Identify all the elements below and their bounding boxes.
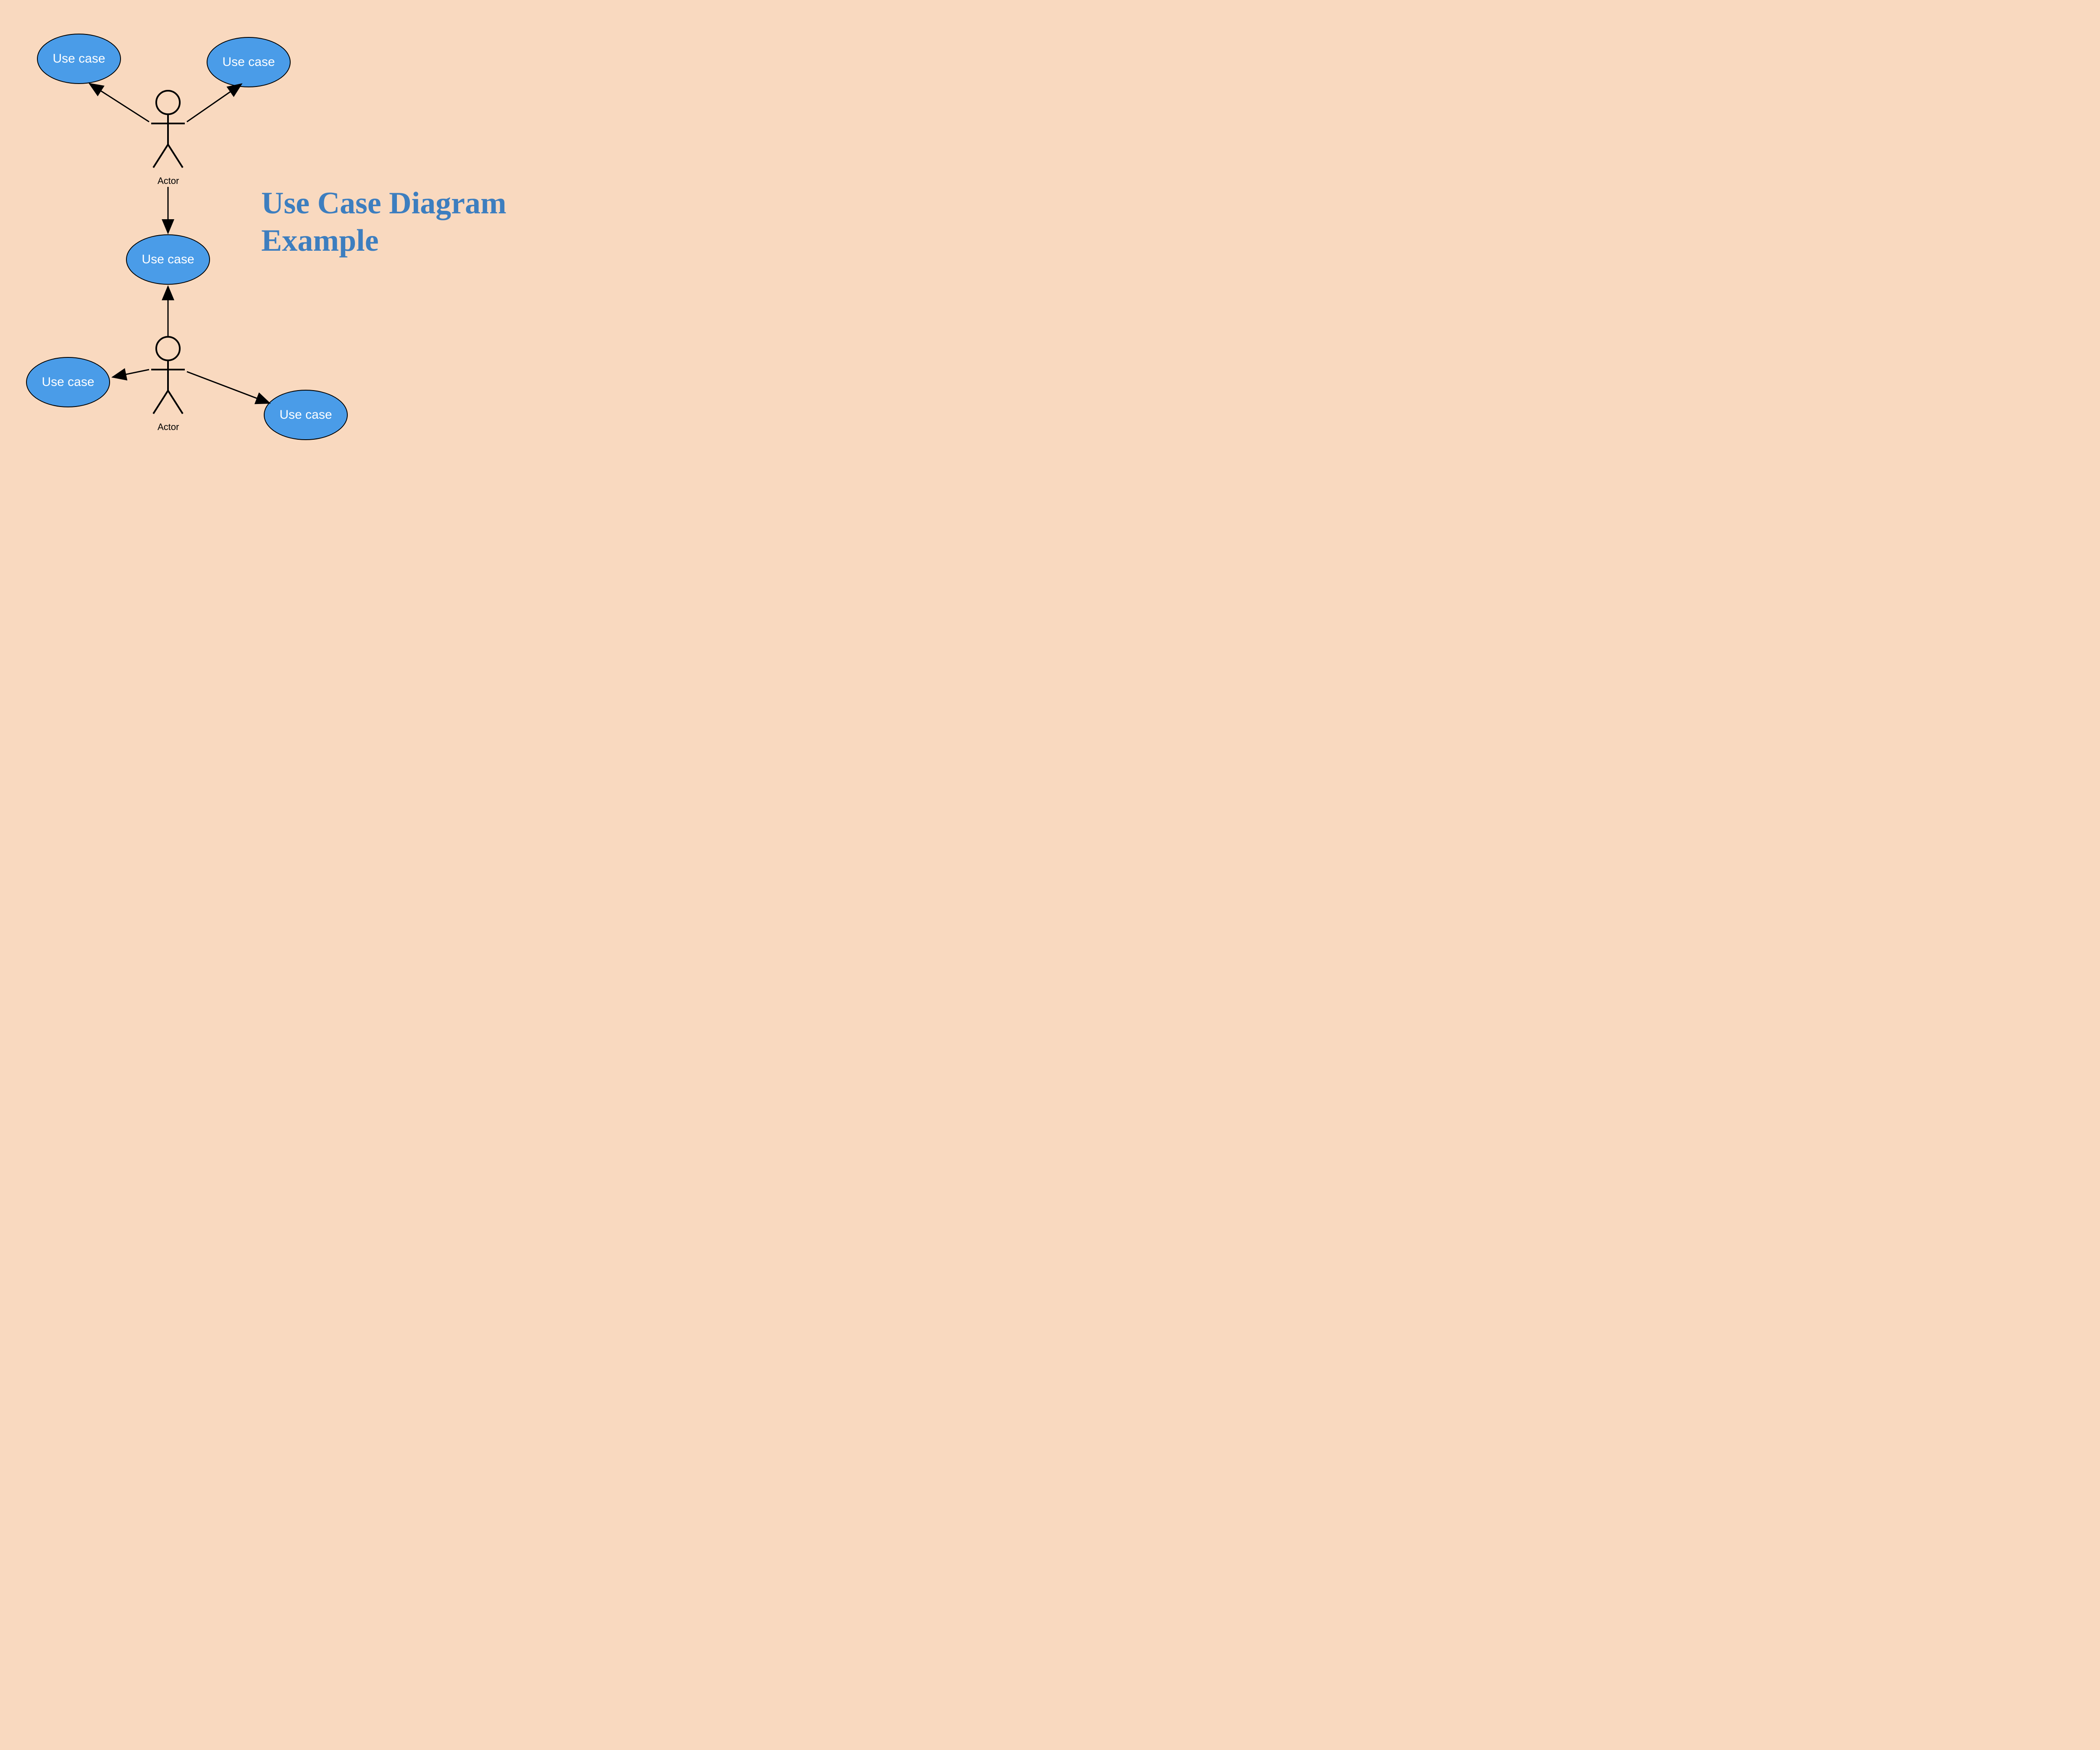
- arrow-actor1-uc2: [187, 84, 242, 122]
- title-line-2: Example: [261, 222, 507, 260]
- title-line-1: Use Case Diagram: [261, 185, 507, 222]
- diagram-title: Use Case Diagram Example: [261, 185, 507, 260]
- arrow-actor1-uc1: [89, 84, 149, 122]
- arrow-actor2-uc5: [187, 372, 270, 403]
- arrow-actor2-uc4: [113, 370, 149, 377]
